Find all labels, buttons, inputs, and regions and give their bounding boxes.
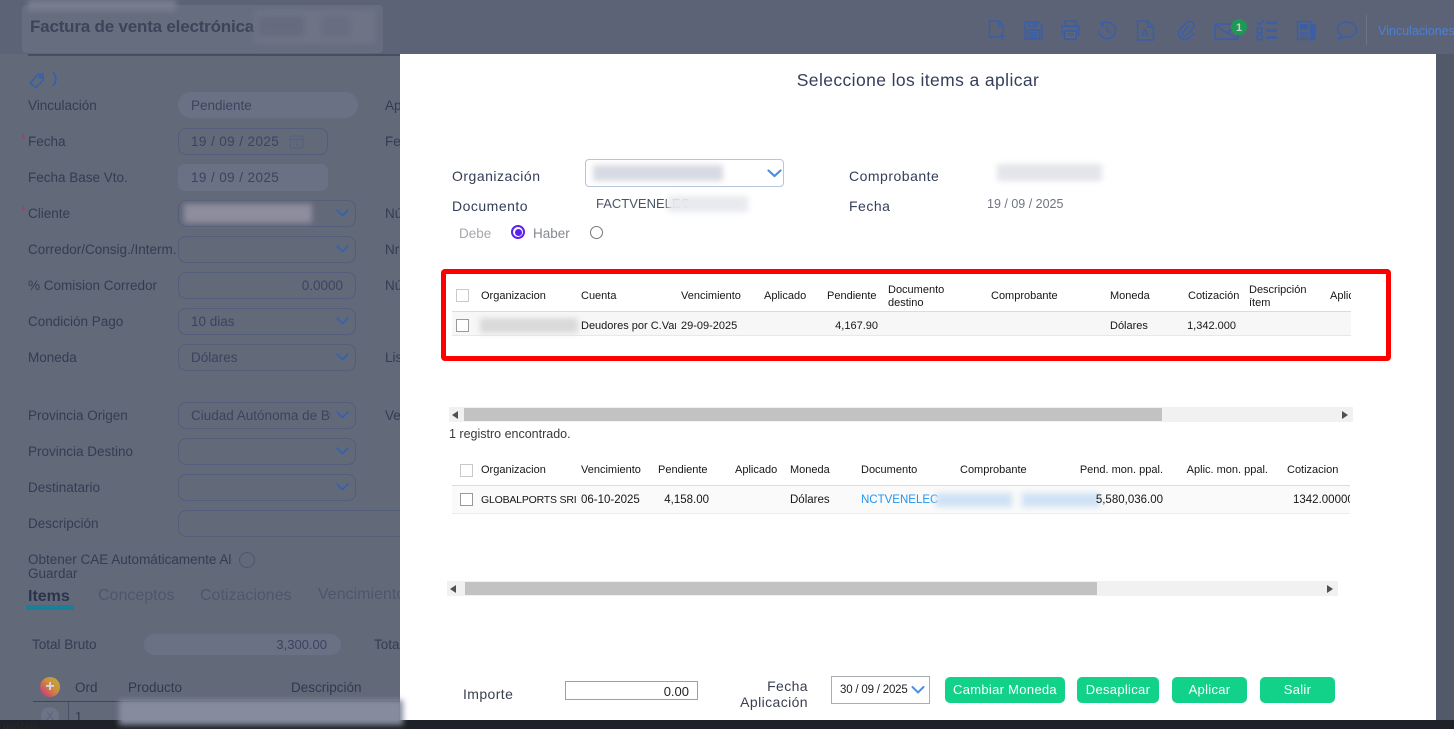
svg-text:A: A (1141, 28, 1149, 40)
